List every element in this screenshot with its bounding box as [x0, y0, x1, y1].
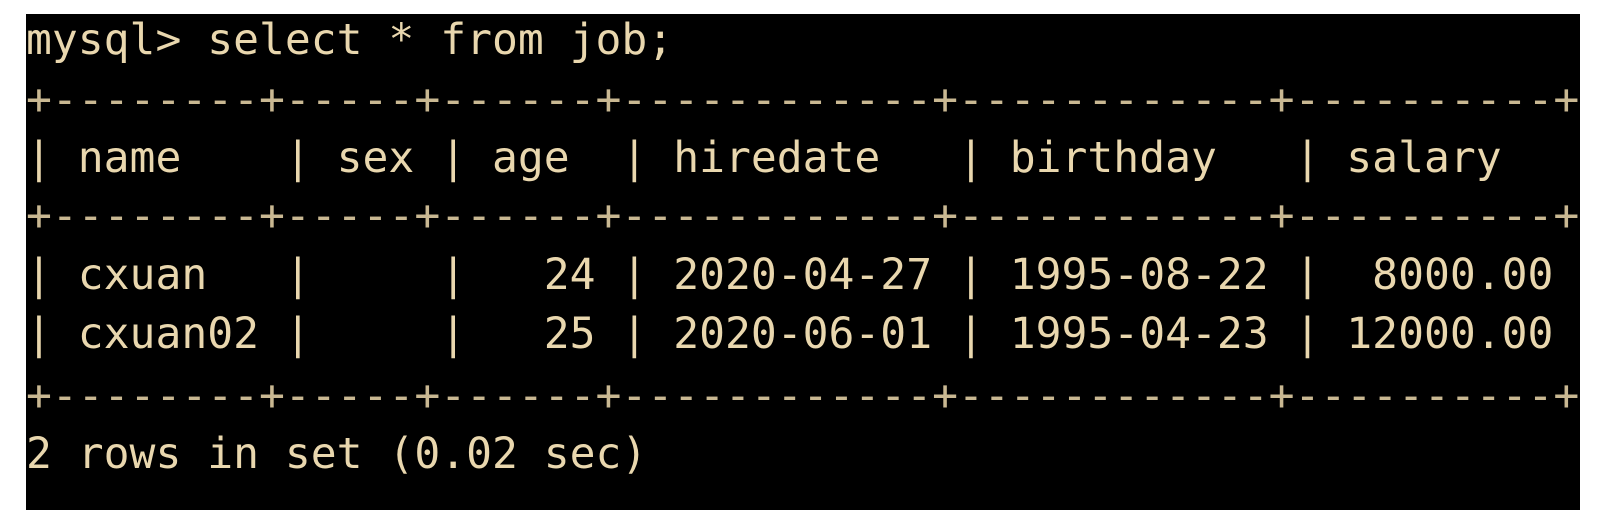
table-border-header: +--------+-----+------+------------+----…: [26, 191, 1580, 241]
table-border-bottom: +--------+-----+------+------------+----…: [26, 371, 1580, 421]
table-header: | name | sex | age | hiredate | birthday…: [26, 133, 1580, 183]
terminal-window[interactable]: mysql> select * from job; +--------+----…: [26, 14, 1580, 510]
prompt-line: mysql> select * from job;: [26, 15, 674, 65]
table-row: | cxuan | | 24 | 2020-04-27 | 1995-08-22…: [26, 250, 1580, 300]
table-border-top: +--------+-----+------+------------+----…: [26, 75, 1580, 125]
table-row: | cxuan02 | | 25 | 2020-06-01 | 1995-04-…: [26, 309, 1580, 359]
status-line: 2 rows in set (0.02 sec): [26, 429, 648, 479]
